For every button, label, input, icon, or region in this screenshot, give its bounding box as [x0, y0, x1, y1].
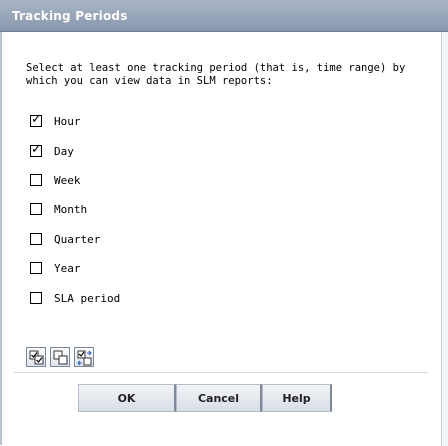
period-sla[interactable]: SLA period — [30, 290, 120, 306]
cancel-button[interactable]: Cancel — [176, 384, 262, 412]
year-checkbox[interactable] — [30, 262, 42, 274]
hour-checkbox[interactable]: ✓ — [30, 112, 42, 127]
invert-selection-button[interactable] — [74, 347, 94, 367]
divider — [14, 372, 428, 373]
select-all-icon — [29, 350, 44, 365]
week-checkbox[interactable] — [30, 174, 42, 186]
month-label: Month — [54, 202, 88, 216]
ok-button[interactable]: OK — [78, 384, 176, 412]
month-checkbox[interactable] — [30, 203, 42, 215]
period-year[interactable]: Year — [30, 260, 81, 276]
dialog-title: Tracking Periods — [12, 9, 128, 23]
instructions-text: Select at least one tracking period (tha… — [26, 62, 406, 87]
dialog-buttons: OK Cancel Help — [78, 384, 332, 412]
year-label: Year — [54, 261, 81, 275]
quarter-checkbox[interactable] — [30, 233, 42, 245]
select-all-button[interactable] — [26, 347, 46, 367]
hour-label: Hour — [54, 114, 81, 128]
sla-period-checkbox[interactable] — [30, 292, 42, 304]
clear-all-icon — [53, 350, 68, 365]
check-icon: ✓ — [31, 142, 42, 157]
sla-period-label: SLA period — [54, 291, 121, 305]
day-checkbox[interactable]: ✓ — [30, 142, 42, 157]
period-hour[interactable]: ✓ Hour — [30, 113, 81, 129]
period-day[interactable]: ✓ Day — [30, 143, 74, 159]
week-label: Week — [54, 173, 81, 187]
quarter-label: Quarter — [54, 232, 101, 246]
check-icon: ✓ — [31, 112, 42, 127]
clear-all-button[interactable] — [50, 347, 70, 367]
selection-toolbar — [26, 347, 94, 369]
period-week[interactable]: Week — [30, 172, 81, 188]
invert-selection-icon — [77, 350, 92, 366]
period-month[interactable]: Month — [30, 201, 87, 217]
day-label: Day — [54, 144, 74, 158]
resize-edge[interactable] — [441, 32, 448, 446]
help-button[interactable]: Help — [262, 384, 332, 412]
dialog-titlebar: Tracking Periods — [0, 0, 448, 32]
period-quarter[interactable]: Quarter — [30, 231, 100, 247]
